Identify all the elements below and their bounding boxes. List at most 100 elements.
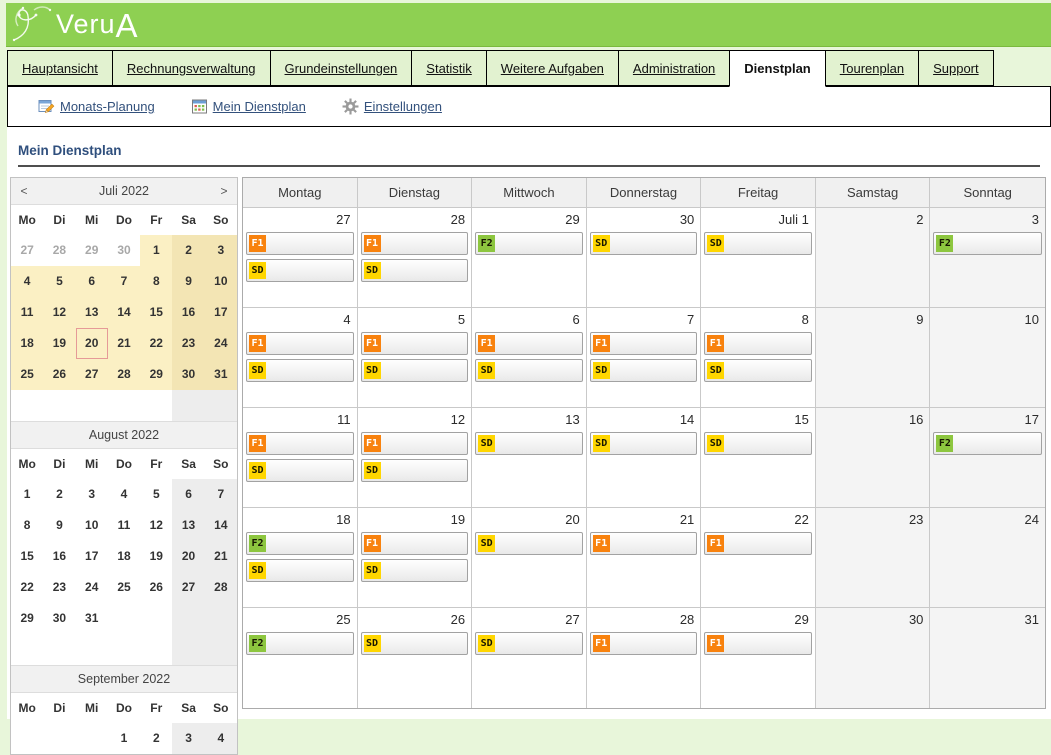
tab-weitere-aufgaben[interactable]: Weitere Aufgaben: [486, 50, 619, 86]
mini-day[interactable]: 28: [108, 359, 140, 390]
shift-entry[interactable]: F1: [246, 332, 354, 355]
shift-entry[interactable]: SD: [361, 259, 469, 282]
shift-entry[interactable]: SD: [246, 359, 354, 382]
mini-day[interactable]: 12: [43, 297, 75, 328]
mini-day[interactable]: 21: [205, 541, 237, 572]
shift-entry[interactable]: SD: [361, 459, 469, 482]
mini-day[interactable]: 27: [76, 359, 108, 390]
mini-day[interactable]: 30: [43, 603, 75, 634]
mein-dienstplan-link[interactable]: Mein Dienstplan: [191, 98, 306, 115]
shift-entry[interactable]: SD: [475, 359, 583, 382]
mini-day[interactable]: 4: [108, 479, 140, 510]
mini-day[interactable]: 13: [76, 297, 108, 328]
shift-entry[interactable]: SD: [590, 232, 698, 255]
mini-day[interactable]: 27: [172, 572, 204, 603]
mini-day[interactable]: 5: [43, 266, 75, 297]
shift-entry[interactable]: SD: [590, 432, 698, 455]
mini-day[interactable]: 28: [43, 235, 75, 266]
shift-entry[interactable]: F2: [933, 432, 1042, 455]
shift-entry[interactable]: F1: [704, 632, 812, 655]
mini-day[interactable]: 22: [11, 572, 43, 603]
shift-entry[interactable]: F1: [475, 332, 583, 355]
shift-entry[interactable]: F1: [704, 532, 812, 555]
mini-day[interactable]: 26: [43, 359, 75, 390]
mini-day[interactable]: 27: [11, 235, 43, 266]
shift-entry[interactable]: SD: [475, 432, 583, 455]
shift-entry[interactable]: F1: [590, 632, 698, 655]
shift-entry[interactable]: F2: [933, 232, 1042, 255]
mini-day[interactable]: 6: [76, 266, 108, 297]
mini-day[interactable]: 24: [76, 572, 108, 603]
shift-entry[interactable]: SD: [704, 232, 812, 255]
mini-day[interactable]: 7: [205, 479, 237, 510]
shift-entry[interactable]: SD: [246, 559, 354, 582]
shift-entry[interactable]: SD: [475, 532, 583, 555]
mini-day[interactable]: 11: [11, 297, 43, 328]
mini-day[interactable]: 31: [76, 603, 108, 634]
mini-day[interactable]: 14: [205, 510, 237, 541]
shift-entry[interactable]: SD: [475, 632, 583, 655]
mini-day[interactable]: 13: [172, 510, 204, 541]
mini-day[interactable]: 24: [205, 328, 237, 359]
shift-entry[interactable]: SD: [590, 359, 698, 382]
mini-day[interactable]: 20: [172, 541, 204, 572]
shift-entry[interactable]: SD: [246, 459, 354, 482]
shift-entry[interactable]: SD: [361, 359, 469, 382]
tab-statistik[interactable]: Statistik: [411, 50, 487, 86]
shift-entry[interactable]: SD: [361, 632, 469, 655]
shift-entry[interactable]: SD: [704, 359, 812, 382]
tab-dienstplan[interactable]: Dienstplan: [729, 50, 825, 87]
shift-entry[interactable]: F1: [361, 532, 469, 555]
prev-month-button[interactable]: <: [11, 184, 37, 198]
mini-day[interactable]: 17: [205, 297, 237, 328]
mini-day[interactable]: 12: [140, 510, 172, 541]
tab-grundeinstellungen[interactable]: Grundeinstellungen: [270, 50, 413, 86]
mini-day[interactable]: 29: [140, 359, 172, 390]
mini-day[interactable]: 3: [205, 235, 237, 266]
shift-entry[interactable]: F2: [246, 532, 354, 555]
mini-day[interactable]: 18: [11, 328, 43, 359]
mini-day-today[interactable]: 20: [76, 328, 108, 359]
mini-day[interactable]: 21: [108, 328, 140, 359]
shift-entry[interactable]: F1: [361, 232, 469, 255]
mini-day[interactable]: 8: [140, 266, 172, 297]
monats-planung-link[interactable]: Monats-Planung: [38, 98, 155, 115]
tab-hauptansicht[interactable]: Hauptansicht: [7, 50, 113, 86]
mini-day[interactable]: 15: [11, 541, 43, 572]
mini-day[interactable]: 9: [43, 510, 75, 541]
mini-day[interactable]: 26: [140, 572, 172, 603]
mini-day[interactable]: 29: [76, 235, 108, 266]
mini-day[interactable]: 25: [108, 572, 140, 603]
mini-day[interactable]: 2: [43, 479, 75, 510]
mini-day[interactable]: 1: [108, 723, 140, 754]
mini-day[interactable]: 16: [43, 541, 75, 572]
tab-tourenplan[interactable]: Tourenplan: [825, 50, 919, 86]
mini-day[interactable]: 25: [11, 359, 43, 390]
shift-entry[interactable]: SD: [704, 432, 812, 455]
tab-rechnungsverwaltung[interactable]: Rechnungsverwaltung: [112, 50, 271, 86]
shift-entry[interactable]: F2: [246, 632, 354, 655]
mini-day[interactable]: 10: [205, 266, 237, 297]
mini-day[interactable]: 7: [108, 266, 140, 297]
shift-entry[interactable]: SD: [361, 559, 469, 582]
mini-day[interactable]: 1: [11, 479, 43, 510]
mini-day[interactable]: 15: [140, 297, 172, 328]
mini-day[interactable]: 19: [140, 541, 172, 572]
mini-day[interactable]: 30: [108, 235, 140, 266]
mini-day[interactable]: 31: [205, 359, 237, 390]
mini-day[interactable]: 2: [140, 723, 172, 754]
tab-administration[interactable]: Administration: [618, 50, 730, 86]
einstellungen-link[interactable]: Einstellungen: [342, 98, 442, 115]
mini-day[interactable]: 4: [11, 266, 43, 297]
mini-day[interactable]: 8: [11, 510, 43, 541]
mini-day[interactable]: 17: [76, 541, 108, 572]
mini-day[interactable]: 9: [172, 266, 204, 297]
mini-day[interactable]: 1: [140, 235, 172, 266]
mini-day[interactable]: 11: [108, 510, 140, 541]
mini-day[interactable]: 5: [140, 479, 172, 510]
mini-day[interactable]: 23: [172, 328, 204, 359]
shift-entry[interactable]: F1: [246, 432, 354, 455]
tab-support[interactable]: Support: [918, 50, 994, 86]
mini-day[interactable]: 16: [172, 297, 204, 328]
shift-entry[interactable]: F1: [704, 332, 812, 355]
